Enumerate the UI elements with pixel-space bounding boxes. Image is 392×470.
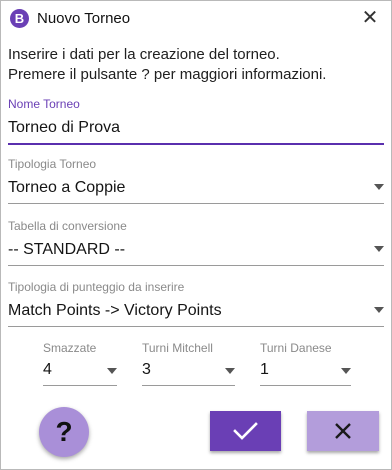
instructions-line-1: Inserire i dati per la creazione del tor…: [8, 46, 280, 63]
tipologia-torneo-value[interactable]: Torneo a Coppie: [8, 179, 125, 197]
window-title: Nuovo Torneo: [37, 10, 131, 27]
app-logo-icon: B: [10, 9, 29, 28]
tabella-conversione-value[interactable]: -- STANDARD --: [8, 241, 125, 259]
tabella-conversione-label: Tabella di conversione: [8, 219, 127, 233]
nome-torneo-underline: [8, 143, 384, 145]
smazzate-underline: [43, 385, 117, 386]
tabella-conversione-underline: [8, 265, 384, 266]
chevron-down-icon[interactable]: [341, 368, 351, 374]
help-button[interactable]: ?: [39, 407, 89, 457]
dialog-window: B Nuovo Torneo ✕ Inserire i dati per la …: [0, 0, 392, 470]
smazzate-label: Smazzate: [43, 341, 97, 355]
turni-danese-underline: [260, 385, 351, 386]
nome-torneo-input[interactable]: Torneo di Prova: [8, 119, 120, 137]
tipologia-torneo-underline: [8, 203, 384, 204]
close-icon: [335, 423, 351, 439]
turni-danese-label: Turni Danese: [260, 341, 332, 355]
turni-mitchell-underline: [142, 385, 235, 386]
chevron-down-icon[interactable]: [225, 368, 235, 374]
chevron-down-icon[interactable]: [374, 246, 384, 252]
turni-mitchell-value[interactable]: 3: [142, 361, 151, 379]
chevron-down-icon[interactable]: [374, 184, 384, 190]
title-bar: B Nuovo Torneo ✕: [1, 1, 391, 37]
check-icon: [233, 422, 258, 440]
tipologia-punteggio-label: Tipologia di punteggio da inserire: [8, 280, 185, 294]
tipologia-punteggio-value[interactable]: Match Points -> Victory Points: [8, 302, 222, 320]
instructions-line-2: Premere il pulsante ? per maggiori infor…: [8, 66, 327, 83]
chevron-down-icon[interactable]: [374, 307, 384, 313]
window-close-icon[interactable]: ✕: [359, 7, 381, 29]
tipologia-torneo-label: Tipologia Torneo: [8, 157, 97, 171]
chevron-down-icon[interactable]: [107, 368, 117, 374]
turni-danese-value[interactable]: 1: [260, 361, 269, 379]
cancel-button[interactable]: [307, 411, 379, 451]
tipologia-punteggio-underline: [8, 326, 384, 327]
smazzate-value[interactable]: 4: [43, 361, 52, 379]
instructions-text: Inserire i dati per la creazione del tor…: [8, 45, 388, 85]
nome-torneo-label: Nome Torneo: [8, 97, 80, 111]
turni-mitchell-label: Turni Mitchell: [142, 341, 213, 355]
confirm-button[interactable]: [210, 411, 281, 451]
